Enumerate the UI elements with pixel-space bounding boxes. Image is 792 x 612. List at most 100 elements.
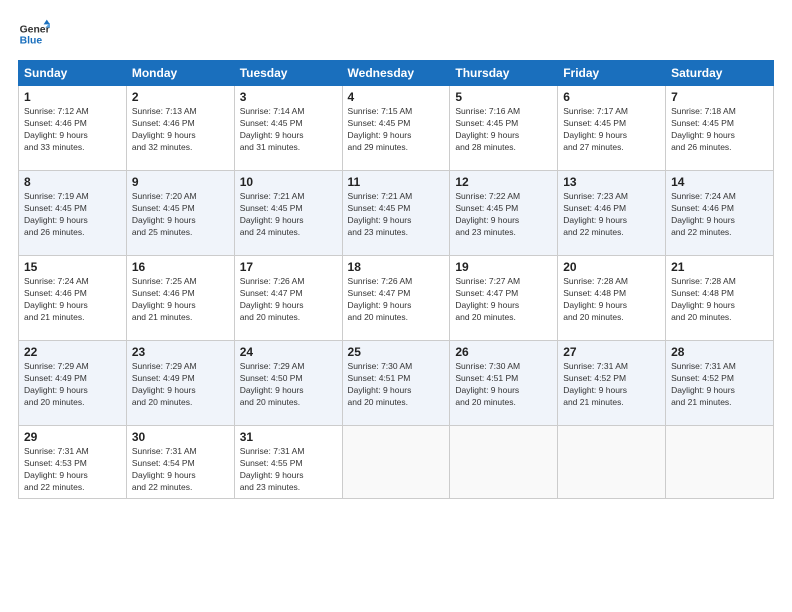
calendar-day-cell: 29 Sunrise: 7:31 AM Sunset: 4:53 PM Dayli… bbox=[19, 426, 127, 499]
calendar-day-cell: 8Sunrise: 7:19 AM Sunset: 4:45 PM Daylig… bbox=[19, 171, 127, 256]
day-number: 9 bbox=[132, 175, 229, 189]
calendar-day-cell: 14 Sunrise: 7:24 AM Sunset: 4:46 PM Dayli… bbox=[666, 171, 774, 256]
day-info: Sunrise: 7:18 AM Sunset: 4:45 PM Dayligh… bbox=[671, 106, 768, 154]
day-info: Sunrise: 7:20 AM Sunset: 4:45 PM Dayligh… bbox=[132, 191, 229, 239]
day-number: 11 bbox=[348, 175, 445, 189]
day-number: 16 bbox=[132, 260, 229, 274]
day-number: 28 bbox=[671, 345, 768, 359]
day-info: Sunrise: 7:28 AM Sunset: 4:48 PM Dayligh… bbox=[671, 276, 768, 324]
day-number: 22 bbox=[24, 345, 121, 359]
weekday-header-saturday: Saturday bbox=[666, 61, 774, 86]
day-number: 25 bbox=[348, 345, 445, 359]
day-number: 17 bbox=[240, 260, 337, 274]
day-info: Sunrise: 7:14 AM Sunset: 4:45 PM Dayligh… bbox=[240, 106, 337, 154]
calendar-week-row: 1 Sunrise: 7:12 AM Sunset: 4:46 PM Daylig… bbox=[19, 86, 774, 171]
day-number: 30 bbox=[132, 430, 229, 444]
calendar-day-cell: 30 Sunrise: 7:31 AM Sunset: 4:54 PM Dayli… bbox=[126, 426, 234, 499]
weekday-header-tuesday: Tuesday bbox=[234, 61, 342, 86]
calendar-day-cell: 22 Sunrise: 7:29 AM Sunset: 4:49 PM Dayli… bbox=[19, 341, 127, 426]
day-number: 7 bbox=[671, 90, 768, 104]
day-number: 10 bbox=[240, 175, 337, 189]
day-info: Sunrise: 7:26 AM Sunset: 4:47 PM Dayligh… bbox=[240, 276, 337, 324]
calendar-day-cell: 3 Sunrise: 7:14 AM Sunset: 4:45 PM Daylig… bbox=[234, 86, 342, 171]
page-header: General Blue bbox=[18, 18, 774, 50]
calendar-day-cell: 4Sunrise: 7:15 AM Sunset: 4:45 PM Daylig… bbox=[342, 86, 450, 171]
day-info: Sunrise: 7:13 AM Sunset: 4:46 PM Dayligh… bbox=[132, 106, 229, 154]
day-number: 6 bbox=[563, 90, 660, 104]
day-info: Sunrise: 7:17 AM Sunset: 4:45 PM Dayligh… bbox=[563, 106, 660, 154]
day-info: Sunrise: 7:26 AM Sunset: 4:47 PM Dayligh… bbox=[348, 276, 445, 324]
day-number: 19 bbox=[455, 260, 552, 274]
day-info: Sunrise: 7:16 AM Sunset: 4:45 PM Dayligh… bbox=[455, 106, 552, 154]
calendar-day-cell: 21 Sunrise: 7:28 AM Sunset: 4:48 PM Dayli… bbox=[666, 256, 774, 341]
calendar-day-cell: 13 Sunrise: 7:23 AM Sunset: 4:46 PM Dayli… bbox=[558, 171, 666, 256]
calendar-day-cell: 15 Sunrise: 7:24 AM Sunset: 4:46 PM Dayli… bbox=[19, 256, 127, 341]
calendar-day-cell: 11 Sunrise: 7:21 AM Sunset: 4:45 PM Dayli… bbox=[342, 171, 450, 256]
calendar-day-cell: 18 Sunrise: 7:26 AM Sunset: 4:47 PM Dayli… bbox=[342, 256, 450, 341]
day-info: Sunrise: 7:30 AM Sunset: 4:51 PM Dayligh… bbox=[455, 361, 552, 409]
day-number: 20 bbox=[563, 260, 660, 274]
logo-icon: General Blue bbox=[18, 18, 50, 50]
weekday-header-friday: Friday bbox=[558, 61, 666, 86]
day-number: 12 bbox=[455, 175, 552, 189]
day-info: Sunrise: 7:23 AM Sunset: 4:46 PM Dayligh… bbox=[563, 191, 660, 239]
page-container: General Blue SundayMondayTuesdayWednesda… bbox=[0, 0, 792, 612]
day-number: 24 bbox=[240, 345, 337, 359]
day-number: 14 bbox=[671, 175, 768, 189]
calendar-day-cell: 26 Sunrise: 7:30 AM Sunset: 4:51 PM Dayli… bbox=[450, 341, 558, 426]
calendar-day-cell bbox=[450, 426, 558, 499]
calendar-day-cell: 28Sunrise: 7:31 AM Sunset: 4:52 PM Dayli… bbox=[666, 341, 774, 426]
day-info: Sunrise: 7:31 AM Sunset: 4:54 PM Dayligh… bbox=[132, 446, 229, 494]
calendar-day-cell: 12Sunrise: 7:22 AM Sunset: 4:45 PM Dayli… bbox=[450, 171, 558, 256]
svg-text:General: General bbox=[20, 24, 50, 35]
calendar-day-cell: 7 Sunrise: 7:18 AM Sunset: 4:45 PM Daylig… bbox=[666, 86, 774, 171]
svg-text:Blue: Blue bbox=[20, 36, 43, 47]
day-number: 29 bbox=[24, 430, 121, 444]
day-number: 5 bbox=[455, 90, 552, 104]
day-info: Sunrise: 7:29 AM Sunset: 4:49 PM Dayligh… bbox=[132, 361, 229, 409]
calendar-week-row: 29 Sunrise: 7:31 AM Sunset: 4:53 PM Dayli… bbox=[19, 426, 774, 499]
calendar-day-cell bbox=[558, 426, 666, 499]
day-info: Sunrise: 7:29 AM Sunset: 4:49 PM Dayligh… bbox=[24, 361, 121, 409]
weekday-header-row: SundayMondayTuesdayWednesdayThursdayFrid… bbox=[19, 61, 774, 86]
day-info: Sunrise: 7:25 AM Sunset: 4:46 PM Dayligh… bbox=[132, 276, 229, 324]
calendar-day-cell: 27Sunrise: 7:31 AM Sunset: 4:52 PM Dayli… bbox=[558, 341, 666, 426]
day-info: Sunrise: 7:21 AM Sunset: 4:45 PM Dayligh… bbox=[348, 191, 445, 239]
calendar-day-cell: 16 Sunrise: 7:25 AM Sunset: 4:46 PM Dayli… bbox=[126, 256, 234, 341]
logo: General Blue bbox=[18, 18, 50, 50]
day-number: 1 bbox=[24, 90, 121, 104]
day-number: 15 bbox=[24, 260, 121, 274]
day-number: 31 bbox=[240, 430, 337, 444]
day-info: Sunrise: 7:21 AM Sunset: 4:45 PM Dayligh… bbox=[240, 191, 337, 239]
day-number: 3 bbox=[240, 90, 337, 104]
calendar-week-row: 15 Sunrise: 7:24 AM Sunset: 4:46 PM Dayli… bbox=[19, 256, 774, 341]
day-info: Sunrise: 7:12 AM Sunset: 4:46 PM Dayligh… bbox=[24, 106, 121, 154]
day-info: Sunrise: 7:30 AM Sunset: 4:51 PM Dayligh… bbox=[348, 361, 445, 409]
calendar-day-cell: 20 Sunrise: 7:28 AM Sunset: 4:48 PM Dayli… bbox=[558, 256, 666, 341]
weekday-header-monday: Monday bbox=[126, 61, 234, 86]
weekday-header-thursday: Thursday bbox=[450, 61, 558, 86]
calendar-day-cell: 23 Sunrise: 7:29 AM Sunset: 4:49 PM Dayli… bbox=[126, 341, 234, 426]
calendar-day-cell bbox=[666, 426, 774, 499]
day-number: 21 bbox=[671, 260, 768, 274]
calendar-day-cell: 17 Sunrise: 7:26 AM Sunset: 4:47 PM Dayli… bbox=[234, 256, 342, 341]
day-number: 13 bbox=[563, 175, 660, 189]
calendar-day-cell: 1 Sunrise: 7:12 AM Sunset: 4:46 PM Daylig… bbox=[19, 86, 127, 171]
day-info: Sunrise: 7:29 AM Sunset: 4:50 PM Dayligh… bbox=[240, 361, 337, 409]
calendar-day-cell: 10 Sunrise: 7:21 AM Sunset: 4:45 PM Dayli… bbox=[234, 171, 342, 256]
day-info: Sunrise: 7:28 AM Sunset: 4:48 PM Dayligh… bbox=[563, 276, 660, 324]
calendar-day-cell: 5 Sunrise: 7:16 AM Sunset: 4:45 PM Daylig… bbox=[450, 86, 558, 171]
day-info: Sunrise: 7:27 AM Sunset: 4:47 PM Dayligh… bbox=[455, 276, 552, 324]
day-info: Sunrise: 7:24 AM Sunset: 4:46 PM Dayligh… bbox=[671, 191, 768, 239]
day-number: 26 bbox=[455, 345, 552, 359]
day-info: Sunrise: 7:31 AM Sunset: 4:52 PM Dayligh… bbox=[563, 361, 660, 409]
calendar-day-cell: 9 Sunrise: 7:20 AM Sunset: 4:45 PM Daylig… bbox=[126, 171, 234, 256]
day-number: 23 bbox=[132, 345, 229, 359]
day-info: Sunrise: 7:24 AM Sunset: 4:46 PM Dayligh… bbox=[24, 276, 121, 324]
weekday-header-sunday: Sunday bbox=[19, 61, 127, 86]
day-info: Sunrise: 7:31 AM Sunset: 4:53 PM Dayligh… bbox=[24, 446, 121, 494]
calendar-day-cell: 24 Sunrise: 7:29 AM Sunset: 4:50 PM Dayli… bbox=[234, 341, 342, 426]
day-info: Sunrise: 7:15 AM Sunset: 4:45 PM Dayligh… bbox=[348, 106, 445, 154]
calendar-day-cell: 2Sunrise: 7:13 AM Sunset: 4:46 PM Daylig… bbox=[126, 86, 234, 171]
day-number: 18 bbox=[348, 260, 445, 274]
